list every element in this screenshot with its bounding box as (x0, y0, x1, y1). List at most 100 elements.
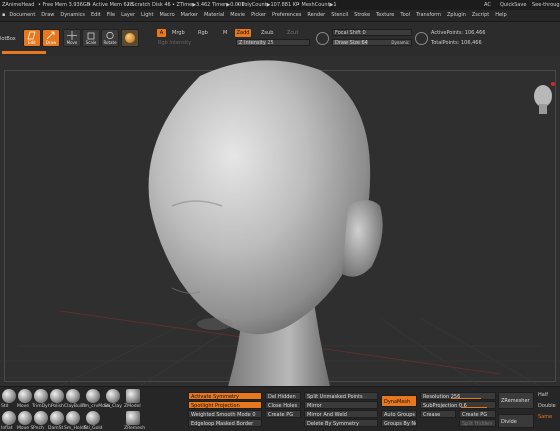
zsub-toggle[interactable]: Zsub (261, 30, 273, 36)
divide-button[interactable]: Divide (498, 414, 534, 428)
brush-zremesh-icon[interactable] (126, 411, 140, 425)
split-hidden-button[interactable]: Split Hidden (459, 419, 496, 427)
brush-std-icon[interactable] (2, 389, 16, 403)
z-intensity-slider[interactable]: Z Intensity 25 (236, 39, 310, 46)
scratch-disk: • Scratch Disk 46 (127, 2, 171, 8)
brush-stigold-icon[interactable] (86, 411, 100, 425)
menu-item[interactable]: Marker (181, 12, 198, 18)
menu-item[interactable]: Texture (376, 12, 394, 18)
document-title: ZAnimeHead (2, 2, 35, 8)
focal-shift-dial-icon[interactable] (316, 32, 329, 45)
menu-item[interactable]: Material (204, 12, 224, 18)
brush-zmodel-icon[interactable] (126, 389, 140, 403)
quicksave-button[interactable]: QuickSave (500, 0, 526, 10)
brush-moves-icon[interactable] (18, 411, 32, 425)
menu-item[interactable]: Zplugin (447, 12, 466, 18)
resolution-slider[interactable]: Resolution 256 (420, 392, 496, 400)
menu-item[interactable]: Macro (160, 12, 175, 18)
menu-item[interactable]: Layer (121, 12, 135, 18)
menu-item[interactable]: Transform (416, 12, 441, 18)
brush-label: Pnch (33, 426, 44, 431)
m-toggle[interactable]: M (223, 30, 227, 36)
draw-size-slider[interactable]: Draw Size 64 Dynamic (332, 39, 412, 46)
brush-trimdy-icon[interactable] (34, 389, 48, 403)
ac-label[interactable]: AC (484, 0, 491, 10)
mirror-and-weld-button[interactable]: Mirror And Weld (304, 410, 378, 418)
menu-item[interactable]: Help (495, 12, 506, 18)
brush-dial-icon[interactable] (415, 32, 428, 45)
brush-sticlay-icon[interactable] (106, 389, 120, 403)
subprojection-fill (461, 407, 487, 408)
menu-item[interactable]: Stroke (354, 12, 370, 18)
menu-item[interactable]: Edit (91, 12, 101, 18)
brush-damst-icon[interactable] (50, 411, 64, 425)
edit-button[interactable]: Edit (23, 29, 41, 47)
half-button[interactable]: Half (538, 392, 548, 398)
menu-item[interactable]: Render (307, 12, 325, 18)
seethrough-slider[interactable]: See-through (532, 0, 560, 10)
meshcount: • MeshCount▶1 (297, 2, 337, 8)
viewport-scene (0, 60, 560, 386)
material-sphere-button[interactable] (121, 29, 139, 47)
brush-claybuild-icon[interactable] (66, 389, 80, 403)
menu-item[interactable]: Light (141, 12, 153, 18)
create-pg-button[interactable]: Create PG (265, 410, 301, 418)
zremesher-button[interactable]: ZRemesher (498, 392, 534, 409)
same-button[interactable]: Same (538, 414, 552, 420)
menu-item[interactable]: Zscript (472, 12, 489, 18)
mirror-button[interactable]: Mirror (304, 401, 378, 409)
brush-smholdr-icon[interactable] (66, 411, 80, 425)
draw-button[interactable]: Draw (42, 29, 60, 47)
brush-label: TrimDy (32, 404, 48, 409)
create-pg-2-button[interactable]: Create PG (459, 410, 496, 418)
split-unmasked-points-button[interactable]: Split Unmasked Points (304, 392, 378, 400)
menu-item[interactable]: Dynamics (60, 12, 85, 18)
menu-item[interactable]: Movie (230, 12, 245, 18)
ztime: • ZTime▶3.462 Timer▶0.001 (172, 2, 245, 8)
menu-item[interactable]: File (107, 12, 115, 18)
delete-by-symmetry-button[interactable]: Delete By Symmetry (304, 419, 378, 427)
dynamic-toggle[interactable]: Dynamic (391, 40, 409, 46)
a-toggle[interactable]: A (157, 29, 166, 37)
rgb-intensity-slider[interactable]: Rgb Intensity (158, 40, 191, 46)
lightbox-button[interactable]: lotBox (0, 36, 16, 42)
menu-item[interactable]: Preferences (272, 12, 301, 18)
zadd-toggle[interactable]: Zadd (235, 29, 251, 37)
rotate-button[interactable]: Rotate (101, 29, 119, 47)
scale-button[interactable]: Scale (82, 29, 100, 47)
dynamesh-button[interactable]: DynaMesh (381, 395, 417, 407)
crease-button[interactable]: Crease (420, 410, 456, 418)
double-button[interactable]: Double (538, 403, 556, 409)
rgb-toggle[interactable]: Rgb (198, 30, 208, 36)
move-button[interactable]: Move (63, 29, 81, 47)
brush-hpolish-icon[interactable] (50, 389, 64, 403)
menu-item[interactable]: Stencil (331, 12, 348, 18)
spotlight-projection-button[interactable]: Spotlight Projection (188, 401, 262, 409)
groups-by-normals-button[interactable]: Groups By Normals (381, 419, 417, 427)
brush-label: ZModel (124, 404, 141, 409)
edgeloop-masked-border-button[interactable]: Edgeloop Masked Border (188, 419, 262, 427)
brush-pnch-icon[interactable] (34, 411, 48, 425)
zcut-toggle[interactable]: Zcut (287, 30, 298, 36)
brush-label: Sti_Clay (104, 404, 122, 409)
del-hidden-button[interactable]: Del Hidden (265, 392, 301, 400)
brush-crvmove-icon[interactable] (86, 389, 100, 403)
3d-viewport[interactable] (0, 56, 560, 386)
close-holes-button[interactable]: Close Holes (265, 401, 301, 409)
total-points: TotalPoints: 106,466 (431, 40, 482, 46)
menu-bullet: ▪ (2, 12, 6, 18)
menu-item[interactable]: Draw (41, 12, 54, 18)
menu-item[interactable]: Picker (251, 12, 266, 18)
focal-shift-slider[interactable]: Focal Shift 0 (332, 29, 412, 36)
subprojection-slider[interactable]: SubProjection 0.6 (420, 401, 496, 409)
menu-item[interactable]: Tool (400, 12, 410, 18)
polycount: • PolyCount▶107.881 KP (237, 2, 300, 8)
brush-inflat-icon[interactable] (2, 411, 16, 425)
activate-symmetry-button[interactable]: Activate Symmetry (188, 392, 262, 400)
weighted-smooth-slider[interactable]: Weighted Smooth Mode 0 (188, 410, 262, 418)
menu-item[interactable]: Document (9, 12, 35, 18)
brush-move-icon[interactable] (18, 389, 32, 403)
navigation-widget[interactable] (534, 82, 555, 114)
auto-groups-button[interactable]: Auto Groups (381, 410, 417, 418)
mrgb-toggle[interactable]: Mrgb (172, 30, 185, 36)
